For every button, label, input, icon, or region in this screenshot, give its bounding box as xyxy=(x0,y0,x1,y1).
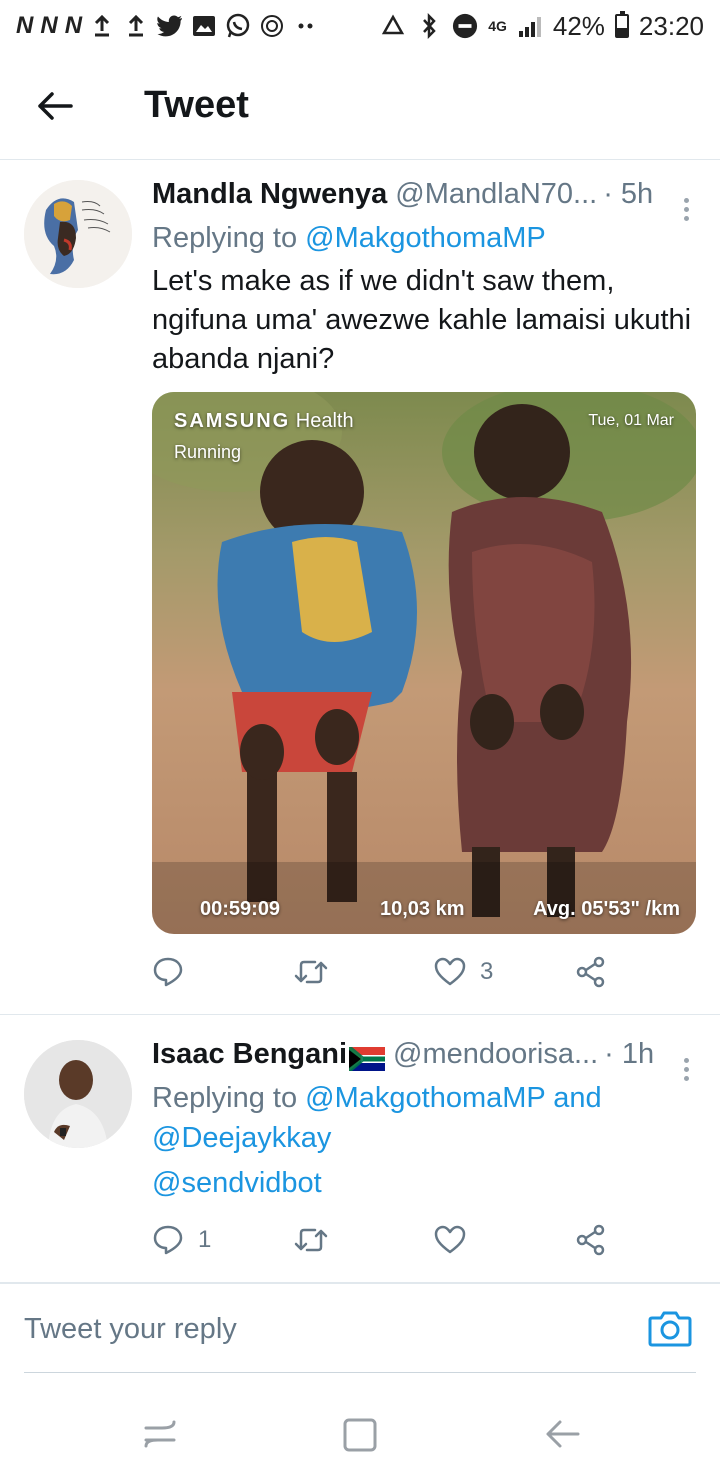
system-nav-bar xyxy=(0,1390,720,1480)
like-button[interactable]: 3 xyxy=(434,957,575,987)
more-options-icon[interactable] xyxy=(676,1054,696,1081)
author-name[interactable]: Mandla Ngwenya xyxy=(152,178,387,211)
camera-button[interactable] xyxy=(648,1308,692,1353)
samsung-health-logo: SAMSUNG Health xyxy=(174,410,354,433)
share-icon xyxy=(576,1224,605,1256)
home-icon xyxy=(343,1418,377,1452)
camera-icon xyxy=(648,1311,692,1347)
avatar[interactable] xyxy=(24,1040,132,1148)
dots-icon xyxy=(293,13,319,39)
battery-percent: 42% xyxy=(552,10,605,41)
status-bar: N N N 4G 42% 23:20 xyxy=(0,0,720,52)
signal-icon xyxy=(517,13,543,39)
back-nav-button[interactable] xyxy=(542,1414,582,1459)
mention-link[interactable]: @Deejaykkay xyxy=(152,1122,331,1154)
upload-icon xyxy=(123,13,149,39)
tweet-text: Let's make as if we didn't saw them, ngi… xyxy=(152,265,692,375)
like-count: 3 xyxy=(480,958,494,985)
share-button[interactable] xyxy=(575,956,607,988)
mention-link[interactable]: @sendvidbot xyxy=(152,1167,322,1199)
tweet-time: · 5h xyxy=(603,178,654,210)
status-bar-notifications: N N N xyxy=(16,12,319,40)
tweet-time: · 1h xyxy=(604,1038,655,1070)
reply-input[interactable]: Tweet your reply xyxy=(24,1284,624,1374)
replying-to: Replying to @MakgothomaMP xyxy=(152,218,696,258)
reply-count: 1 xyxy=(198,1226,212,1253)
avatar-illustration-icon xyxy=(24,180,132,288)
retweet-button[interactable] xyxy=(293,1225,434,1255)
page-title: Tweet xyxy=(144,84,249,126)
retweet-icon xyxy=(294,960,328,984)
author-name[interactable]: Isaac Bengani xyxy=(152,1038,347,1071)
clock: 23:20 xyxy=(638,10,704,41)
whatsapp-icon xyxy=(225,13,251,39)
tweet-content: Mandla Ngwenya @MandlaN70... · 5h Replyi… xyxy=(152,178,696,379)
recent-apps-button[interactable] xyxy=(140,1414,180,1459)
like-button[interactable] xyxy=(434,1225,575,1255)
replying-joiner: and xyxy=(553,1082,602,1114)
sync-icon xyxy=(259,13,285,39)
tweet-meta: Mandla Ngwenya @MandlaN70... · 5h xyxy=(152,178,696,221)
replying-prefix: Replying to xyxy=(152,222,298,254)
reply-composer: Tweet your reply xyxy=(0,1282,720,1374)
brand-suffix: Health xyxy=(295,410,354,432)
tweet-actions: 1 xyxy=(152,1224,622,1256)
battery-icon xyxy=(614,11,629,38)
twitter-icon xyxy=(157,13,183,39)
status-bar-system: 4G 42% 23:20 xyxy=(380,11,704,42)
author-handle[interactable]: @MandlaN70... xyxy=(395,178,597,211)
retweet-button[interactable] xyxy=(293,957,434,987)
do-not-disturb-icon xyxy=(452,13,478,39)
share-icon xyxy=(576,956,605,988)
recent-apps-icon xyxy=(144,1420,176,1448)
reply-icon xyxy=(153,1225,183,1255)
back-button[interactable] xyxy=(0,52,110,160)
tweet[interactable]: Isaac Bengani @mendoorisa... · 1h Replyi… xyxy=(0,1016,720,1280)
back-nav-icon xyxy=(546,1420,580,1448)
notification-n-icon: N xyxy=(16,12,33,39)
activity-pace: Avg. 05'53" /km xyxy=(533,898,680,920)
bluetooth-icon xyxy=(416,13,442,39)
replying-to: Replying to @MakgothomaMP and @Deejaykka… xyxy=(152,1078,696,1158)
reply-underline xyxy=(24,1372,696,1373)
activity-date: Tue, 01 Mar xyxy=(588,412,674,429)
reply-button[interactable]: 1 xyxy=(152,1224,293,1256)
brand-name: SAMSUNG xyxy=(174,410,291,432)
tweet-actions: 3 xyxy=(152,956,622,988)
retweet-icon xyxy=(294,1228,328,1252)
share-button[interactable] xyxy=(575,1224,607,1256)
tweet-meta: Isaac Bengani @mendoorisa... · 1h xyxy=(152,1038,696,1081)
tweet[interactable]: Mandla Ngwenya @MandlaN70... · 5h Replyi… xyxy=(0,160,720,1012)
gallery-icon xyxy=(191,13,217,39)
tweet-content: Isaac Bengani @mendoorisa... · 1h Replyi… xyxy=(152,1038,696,1203)
upload-icon xyxy=(89,13,115,39)
tweet-text: @sendvidbot xyxy=(152,1164,696,1203)
more-options-icon[interactable] xyxy=(676,194,696,221)
activity-duration: 00:59:09 xyxy=(200,898,281,920)
heart-icon xyxy=(434,1225,466,1254)
avatar[interactable] xyxy=(24,180,132,288)
mention-link[interactable]: @MakgothomaMP xyxy=(305,222,546,254)
replying-prefix: Replying to xyxy=(152,1082,298,1114)
app-header: Tweet xyxy=(0,52,720,160)
network-type-label: 4G xyxy=(488,18,507,34)
divider xyxy=(0,1014,720,1015)
reply-button[interactable] xyxy=(152,956,293,988)
mention-link[interactable]: @MakgothomaMP xyxy=(305,1082,545,1114)
recycle-icon xyxy=(380,13,406,39)
author-handle[interactable]: @mendoorisa... xyxy=(393,1038,598,1071)
avatar-photo-icon xyxy=(24,1040,132,1148)
tweet-media[interactable]: SAMSUNG Health Running Tue, 01 Mar 00:59… xyxy=(152,392,696,934)
photo-image xyxy=(152,392,696,934)
notification-n-icon: N xyxy=(40,12,57,39)
south-africa-flag-icon xyxy=(349,1046,386,1071)
notification-n-icon: N xyxy=(64,12,82,39)
arrow-left-icon xyxy=(38,91,73,120)
reply-icon xyxy=(153,957,183,987)
heart-icon xyxy=(434,957,466,986)
home-button[interactable] xyxy=(340,1414,380,1459)
activity-type: Running xyxy=(174,442,242,462)
activity-distance: 10,03 km xyxy=(380,898,465,920)
